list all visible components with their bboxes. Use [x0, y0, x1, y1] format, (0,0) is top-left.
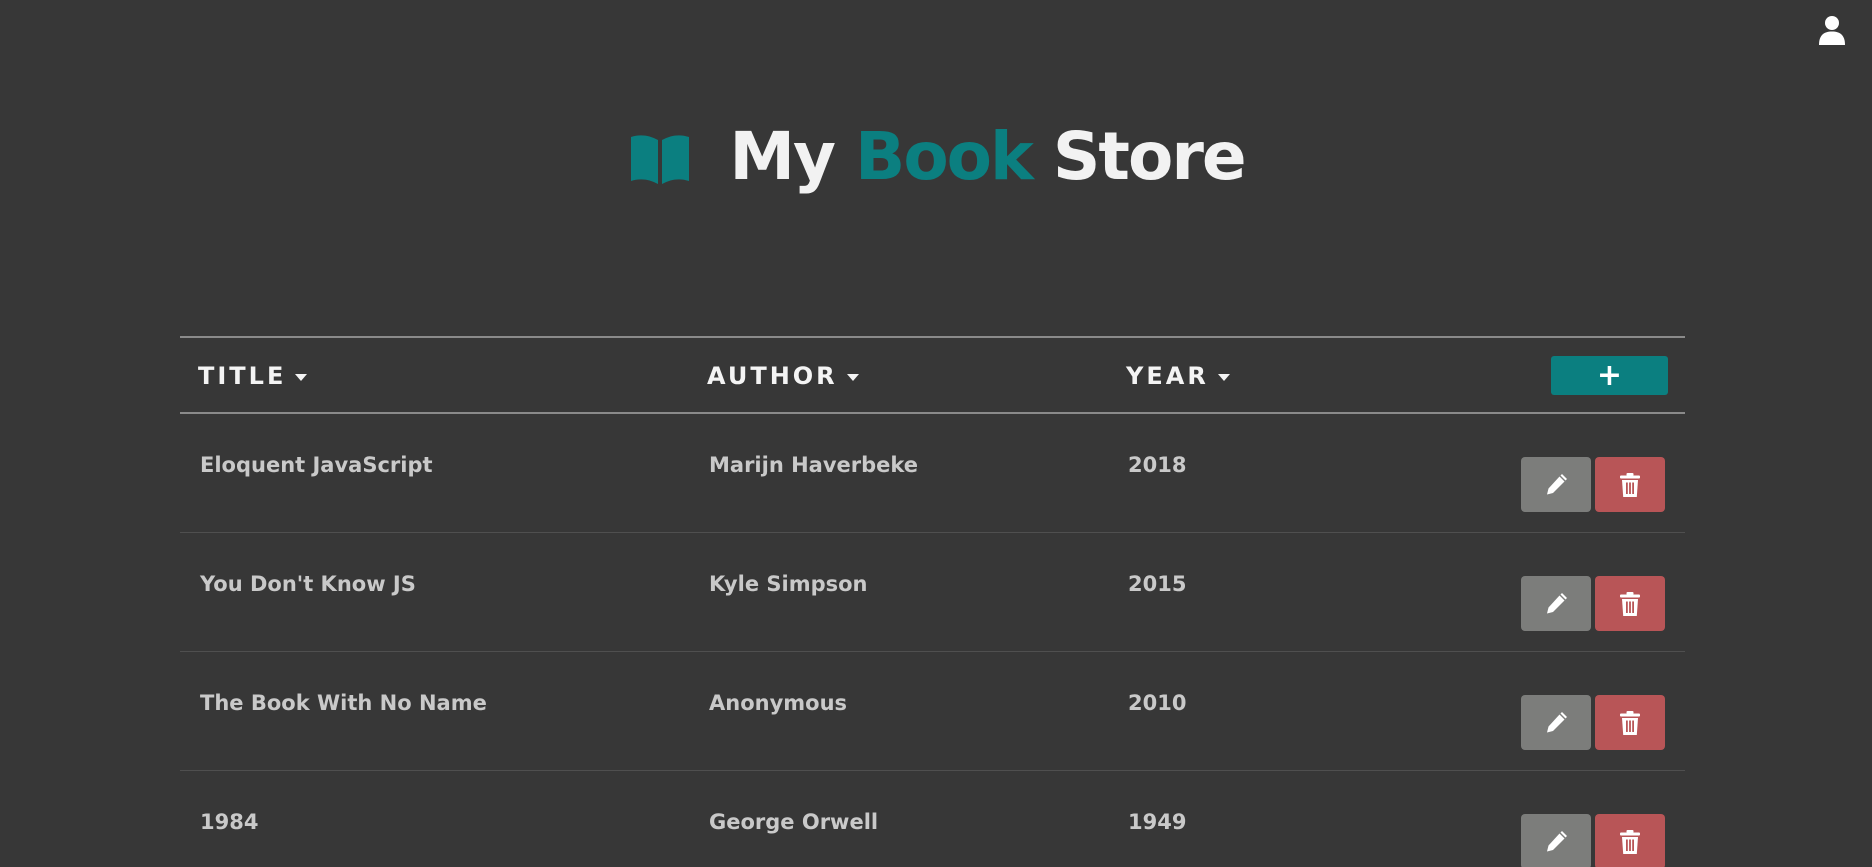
trash-icon	[1620, 591, 1640, 616]
pencil-icon	[1547, 473, 1567, 494]
user-account-button[interactable]	[1814, 12, 1850, 48]
table-row: You Don't Know JS Kyle Simpson 2015	[180, 533, 1685, 652]
app-header: My Book Store	[0, 118, 1872, 195]
books-table: TITLE AUTHOR YEAR + Eloquent JavaScript …	[180, 336, 1685, 867]
sort-by-title[interactable]: TITLE	[198, 338, 308, 414]
row-actions	[1521, 457, 1665, 512]
edit-book-button[interactable]	[1521, 576, 1591, 631]
edit-book-button[interactable]	[1521, 695, 1591, 750]
pencil-icon	[1547, 592, 1567, 613]
app-title: My Book Store	[729, 118, 1247, 195]
book-title: The Book With No Name	[200, 690, 487, 715]
delete-book-button[interactable]	[1595, 576, 1665, 631]
column-year-label: YEAR	[1126, 362, 1209, 390]
book-author: Marijn Haverbeke	[709, 452, 919, 477]
pencil-icon	[1547, 711, 1567, 732]
row-actions	[1521, 576, 1665, 631]
delete-book-button[interactable]	[1595, 695, 1665, 750]
edit-book-button[interactable]	[1521, 814, 1591, 867]
column-author-label: AUTHOR	[707, 362, 838, 390]
book-year: 1949	[1128, 809, 1187, 834]
table-header: TITLE AUTHOR YEAR +	[180, 336, 1685, 414]
book-title: 1984	[200, 809, 259, 834]
user-icon	[1819, 16, 1845, 45]
pencil-icon	[1547, 830, 1567, 851]
title-part-2: Store	[1031, 118, 1247, 195]
title-part-1: My	[729, 118, 856, 195]
table-row: Eloquent JavaScript Marijn Haverbeke 201…	[180, 414, 1685, 533]
delete-book-button[interactable]	[1595, 814, 1665, 867]
book-year: 2015	[1128, 571, 1187, 596]
sort-by-year[interactable]: YEAR	[1126, 338, 1230, 414]
page: My Book Store TITLE AUTHOR YEAR + Eloque…	[0, 0, 1872, 867]
book-title: Eloquent JavaScript	[200, 452, 433, 477]
book-author: George Orwell	[709, 809, 879, 834]
trash-icon	[1620, 829, 1640, 854]
book-year: 2018	[1128, 452, 1187, 477]
book-author: Kyle Simpson	[709, 571, 868, 596]
table-row: 1984 George Orwell 1949	[180, 771, 1685, 867]
sort-by-author[interactable]: AUTHOR	[707, 338, 859, 414]
open-book-icon	[631, 134, 690, 184]
table-body: Eloquent JavaScript Marijn Haverbeke 201…	[180, 414, 1685, 867]
edit-book-button[interactable]	[1521, 457, 1591, 512]
title-accent: Book	[855, 118, 1034, 195]
book-author: Anonymous	[709, 690, 848, 715]
table-row: The Book With No Name Anonymous 2010	[180, 652, 1685, 771]
trash-icon	[1620, 710, 1640, 735]
caret-down-icon	[1217, 373, 1230, 381]
add-book-button[interactable]: +	[1551, 356, 1668, 395]
trash-icon	[1620, 472, 1640, 497]
delete-book-button[interactable]	[1595, 457, 1665, 512]
book-title: You Don't Know JS	[200, 571, 416, 596]
caret-down-icon	[295, 373, 308, 381]
row-actions	[1521, 695, 1665, 750]
caret-down-icon	[846, 373, 859, 381]
row-actions	[1521, 814, 1665, 867]
column-title-label: TITLE	[198, 362, 287, 390]
book-year: 2010	[1128, 690, 1187, 715]
